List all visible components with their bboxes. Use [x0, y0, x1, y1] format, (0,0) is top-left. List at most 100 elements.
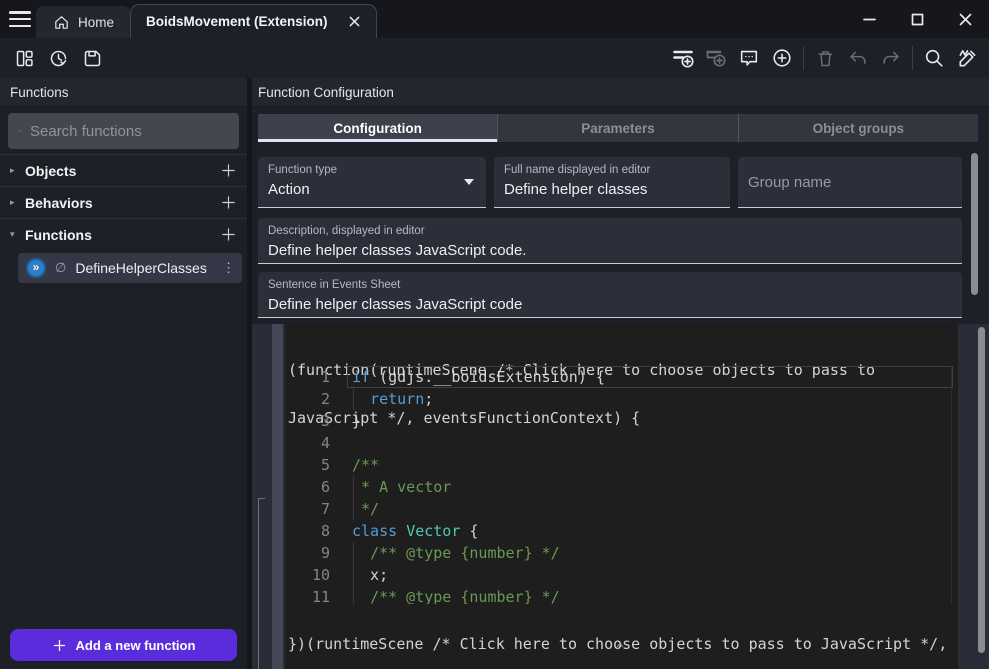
indent-guide — [353, 388, 354, 410]
tab-label: Parameters — [581, 121, 655, 136]
description-label: Description, displayed in editor — [268, 225, 952, 237]
code-line[interactable]: 3} — [285, 410, 958, 432]
event-indent-line — [258, 498, 259, 669]
line-number: 2 — [285, 388, 330, 410]
group-name-field[interactable] — [738, 157, 962, 208]
code-viewport[interactable]: 1if (gdjs.__boidsExtension) {2 return;3}… — [285, 366, 958, 604]
chevron-down-icon — [464, 179, 474, 185]
undo-icon[interactable] — [846, 46, 870, 70]
sidebar-item-behaviors[interactable]: ▸ Behaviors — [0, 186, 247, 218]
plus-icon — [52, 638, 67, 653]
editor-scrollbar[interactable] — [978, 327, 985, 653]
add-object-plus-icon[interactable] — [220, 162, 237, 179]
comment-icon[interactable] — [737, 46, 761, 70]
home-icon — [53, 14, 70, 31]
code-line[interactable]: 10 x; — [285, 564, 958, 586]
code-line[interactable]: 5/** — [285, 454, 958, 476]
tree-item-definehelperclasses[interactable]: » ∅ DefineHelperClasses ⋮ — [18, 253, 242, 283]
tab-parameters[interactable]: Parameters — [497, 114, 737, 142]
tab-home[interactable]: Home — [36, 6, 131, 38]
code-lines: 1if (gdjs.__boidsExtension) {2 return;3}… — [285, 366, 958, 604]
expand-caret-icon[interactable]: ^ — [605, 642, 635, 657]
maximize-icon[interactable] — [893, 0, 941, 38]
sidebar-item-objects[interactable]: ▸ Objects — [0, 154, 247, 186]
function-icon: » — [26, 258, 46, 278]
hamburger-menu-icon[interactable] — [9, 11, 31, 27]
code-text: /** — [330, 454, 379, 476]
minimize-icon[interactable] — [845, 0, 893, 38]
sidebar-item-functions[interactable]: ▾ Functions — [0, 218, 247, 250]
current-line-highlight — [347, 366, 953, 388]
indent-guide — [353, 564, 354, 586]
code-text: x; — [330, 564, 388, 586]
private-icon: ∅ — [55, 260, 66, 276]
tab-configuration[interactable]: Configuration — [258, 114, 497, 142]
line-number: 10 — [285, 564, 330, 586]
history-icon[interactable] — [46, 46, 70, 70]
tree-section-label: Behaviors — [25, 195, 220, 211]
code-text — [330, 432, 352, 454]
tree-section-label: Functions — [25, 227, 220, 243]
add-behavior-plus-icon[interactable] — [220, 194, 237, 211]
javascript-code-editor[interactable]: (function(runtimeScene /* Click here to … — [285, 324, 958, 669]
event-drag-handle[interactable] — [272, 324, 283, 669]
full-name-field[interactable]: Full name displayed in editor Define hel… — [494, 157, 730, 208]
function-type-select[interactable]: Function type Action — [258, 157, 486, 208]
line-number: 3 — [285, 410, 330, 432]
code-line[interactable]: 7 */ — [285, 498, 958, 520]
indent-guide — [353, 498, 354, 520]
code-line[interactable]: 1if (gdjs.__boidsExtension) { — [285, 366, 958, 388]
full-name-value: Define helper classes — [504, 181, 720, 198]
events-code-section: (function(runtimeScene /* Click here to … — [252, 324, 989, 669]
tab-boidsmovement[interactable]: BoidsMovement (Extension) — [130, 4, 377, 38]
line-number: 6 — [285, 476, 330, 498]
redo-icon[interactable] — [879, 46, 903, 70]
tree-section-label: Objects — [25, 163, 220, 179]
function-configuration-panel: Function Configuration Configuration Par… — [252, 78, 989, 324]
add-new-function-button[interactable]: Add a new function — [10, 629, 237, 661]
column-ruler — [951, 366, 952, 604]
code-line[interactable]: 4 — [285, 432, 958, 454]
trash-icon[interactable] — [813, 46, 837, 70]
code-text: */ — [330, 498, 379, 520]
code-line[interactable]: 8class Vector { — [285, 520, 958, 542]
search-functions-input[interactable] — [30, 123, 229, 140]
event-indent-line — [258, 498, 265, 499]
add-function-plus-icon[interactable] — [220, 226, 237, 243]
code-line[interactable]: 6 * A vector — [285, 476, 958, 498]
save-icon[interactable] — [80, 46, 104, 70]
add-circle-icon[interactable] — [770, 46, 794, 70]
window-controls — [845, 0, 989, 38]
collapsed-arrow-icon: ▸ — [10, 165, 24, 176]
code-line[interactable]: 9 /** @type {number} */ — [285, 542, 958, 564]
group-name-input[interactable] — [748, 157, 952, 207]
tab-object-groups[interactable]: Object groups — [738, 114, 978, 142]
toolbar-divider — [912, 46, 913, 70]
line-number: 1 — [285, 366, 330, 388]
add-event-icon[interactable] — [671, 46, 695, 70]
indent-guide — [353, 586, 354, 604]
search-icon[interactable] — [922, 46, 946, 70]
config-scrollbar[interactable] — [971, 153, 978, 295]
sentence-field[interactable]: Sentence in Events Sheet Define helper c… — [258, 272, 962, 318]
sidebar-header-label: Functions — [10, 85, 69, 100]
close-tab-icon[interactable] — [346, 14, 362, 30]
description-value: Define helper classes JavaScript code. — [268, 242, 952, 259]
expanded-arrow-icon: ▾ — [10, 229, 24, 240]
line-number: 5 — [285, 454, 330, 476]
search-functions-box[interactable] — [8, 113, 239, 149]
magnifier-icon — [18, 122, 21, 140]
code-text: class Vector { — [330, 520, 478, 542]
edit-code-icon[interactable] — [955, 46, 979, 70]
line-number: 11 — [285, 586, 330, 604]
description-field[interactable]: Description, displayed in editor Define … — [258, 218, 962, 264]
code-line[interactable]: 11 /** @type {number} */ — [285, 586, 958, 604]
close-window-icon[interactable] — [941, 0, 989, 38]
panels-icon[interactable] — [12, 46, 36, 70]
indent-guide — [353, 542, 354, 564]
tab-label: Object groups — [813, 121, 905, 136]
code-line[interactable]: 2 return; — [285, 388, 958, 410]
code-footer[interactable]: })(runtimeScene /* Click here to choose … — [288, 604, 947, 669]
kebab-menu-icon[interactable]: ⋮ — [222, 260, 234, 276]
add-subevent-icon[interactable] — [704, 46, 728, 70]
